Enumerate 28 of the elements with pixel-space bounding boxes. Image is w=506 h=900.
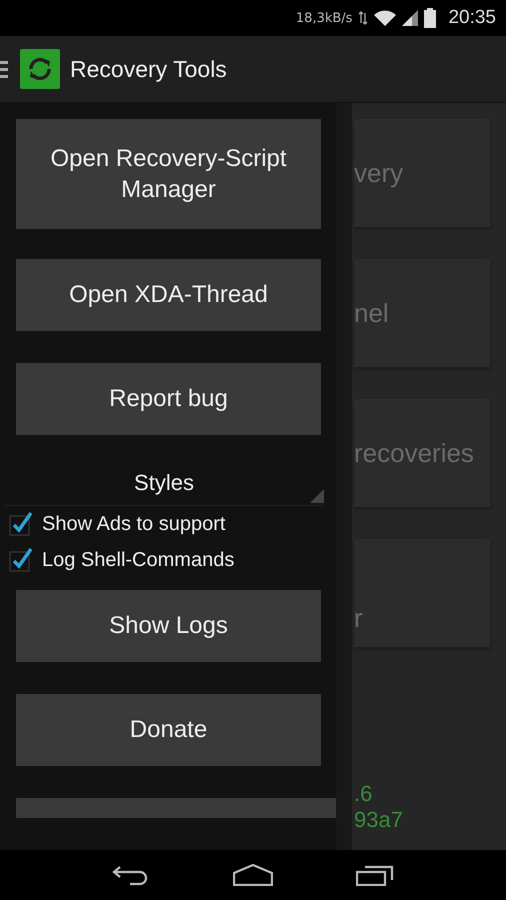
signal-icon <box>402 10 418 26</box>
info-text: 93a7 <box>354 807 404 833</box>
clock: 20:35 <box>448 7 496 29</box>
refresh-icon[interactable] <box>20 49 60 89</box>
back-icon[interactable] <box>112 864 150 886</box>
card-label: recoveries <box>354 438 474 468</box>
menu-button[interactable]: Open Recovery-Script Manager <box>16 119 321 229</box>
wifi-icon <box>374 10 396 26</box>
card-label: nel <box>354 298 389 328</box>
menu-button[interactable]: Donate <box>16 694 321 766</box>
option-label: Show Ads to support <box>42 512 226 536</box>
network-speed: 18,3kB/s <box>296 10 352 26</box>
info-text: .6 <box>354 781 374 807</box>
battery-icon <box>424 8 436 28</box>
option-label: Log Shell-Commands <box>42 548 234 572</box>
home-icon[interactable] <box>232 864 273 886</box>
checkbox[interactable] <box>8 511 34 537</box>
styles-dropdown[interactable]: Styles <box>4 461 324 506</box>
menu-button[interactable]: Open XDA-Thread <box>16 259 321 331</box>
menu-button[interactable]: Report bug <box>16 363 321 435</box>
app-title: Recovery Tools <box>70 56 227 82</box>
card-label: very <box>354 158 404 188</box>
menu-button[interactable]: Show Logs <box>16 590 321 662</box>
card-label: r <box>354 602 363 634</box>
menu-icon[interactable] <box>0 60 8 78</box>
checkbox[interactable] <box>8 547 34 573</box>
data-arrows-icon <box>358 11 368 25</box>
recent-apps-icon[interactable] <box>356 864 394 886</box>
